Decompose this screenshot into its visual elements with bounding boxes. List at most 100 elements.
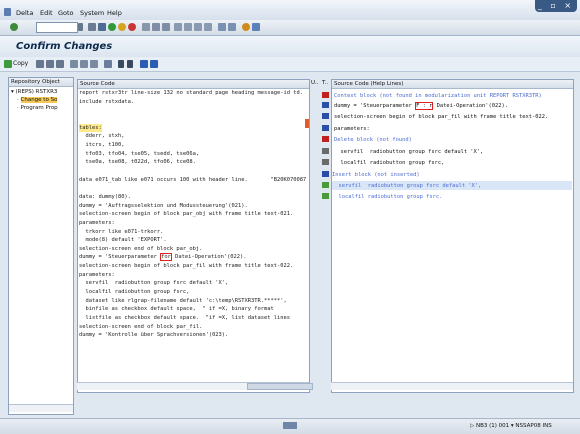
- help-line[interactable]: servfil radiobutton group fsrc default '…: [322, 147, 572, 156]
- help-line[interactable]: localfil radiobutton group fsrc,: [322, 158, 572, 167]
- find-text-icon[interactable]: [70, 60, 78, 68]
- source-line[interactable]: trkorr like e071-trkorr.: [79, 228, 309, 237]
- scroll-thumb[interactable]: [247, 383, 313, 390]
- source-line[interactable]: dderr, stxh,: [79, 132, 309, 141]
- source-line[interactable]: mode(8) default 'EXPORT'.: [79, 236, 309, 245]
- tree-item-root[interactable]: ▾ (REPS) RSTXR3: [11, 88, 71, 96]
- help-line[interactable]: Context block (not found in modularizati…: [322, 91, 572, 100]
- menu-bar: Delta Edit Goto System Help _ ▫ ×: [0, 0, 580, 21]
- source-line[interactable]: selection-screen end of block par_obj.: [79, 245, 309, 254]
- change-marker-icon: [322, 113, 329, 119]
- change-marker-icon: [322, 92, 329, 98]
- source-line[interactable]: selection-screen end of block par_fil.: [79, 323, 309, 332]
- repository-hscroll[interactable]: [9, 404, 73, 412]
- change-marker-icon: [322, 182, 329, 188]
- window-controls[interactable]: _ ▫ ×: [535, 0, 577, 12]
- help-line[interactable]: localfil radiobutton group fsrc.: [322, 192, 572, 201]
- tree-item-program-props[interactable]: · Program Prop: [11, 104, 71, 112]
- change-marker-icon: [322, 159, 329, 165]
- last-page-icon[interactable]: [204, 23, 212, 31]
- change-marker-icon: [322, 136, 329, 142]
- previous-page-icon[interactable]: [184, 23, 192, 31]
- source-line[interactable]: selection-screen begin of block par_obj …: [79, 210, 309, 219]
- first-page-icon[interactable]: [174, 23, 182, 31]
- sap-menu-icon[interactable]: [4, 8, 11, 16]
- source-line[interactable]: tables:: [79, 123, 102, 133]
- column-t-header: T..: [322, 80, 329, 86]
- source-line[interactable]: [79, 167, 309, 176]
- repository-pane: Repository Object ▾ (REPS) RSTXR3 · Chan…: [8, 77, 74, 415]
- green-back-icon[interactable]: [108, 23, 116, 31]
- cut-icon[interactable]: [36, 60, 44, 68]
- settings-icon[interactable]: [90, 60, 98, 68]
- find-next-icon[interactable]: [162, 23, 170, 31]
- change-marker-icon: [322, 171, 329, 177]
- help-line[interactable]: parameters:: [322, 124, 572, 133]
- up-icon[interactable]: [118, 60, 124, 68]
- source-line[interactable]: itcrs, t100,: [79, 141, 309, 150]
- source-line[interactable]: dummy = 'Steuerparameter for Datei-Opera…: [79, 253, 309, 262]
- shortcut-icon[interactable]: [228, 23, 236, 31]
- application-toolbar: Copy: [0, 57, 580, 72]
- menu-help[interactable]: Help: [107, 9, 122, 17]
- system-toolbar: [0, 20, 580, 36]
- layout-icon[interactable]: [252, 23, 260, 31]
- system-info[interactable]: ▷ NB3 (1) 001 ▾ NSSAP08 INS: [470, 423, 552, 429]
- copy-icon: [4, 60, 12, 68]
- compare-icon[interactable]: [80, 60, 88, 68]
- source-line[interactable]: parameters:: [79, 271, 309, 280]
- menu-delta[interactable]: Delta: [16, 9, 33, 17]
- save-icon[interactable]: [98, 23, 106, 31]
- changed-word: for: [160, 253, 172, 262]
- source-line[interactable]: selection-screen begin of block par_fil …: [79, 262, 309, 271]
- repository-header: Repository Object: [9, 78, 73, 87]
- help-line[interactable]: Delete block (not found): [322, 135, 572, 144]
- help-line[interactable]: dummy = 'Steuerparameter F : r Datei-Ope…: [322, 101, 572, 110]
- filter-icon[interactable]: [104, 60, 112, 68]
- copy-button[interactable]: Copy: [13, 60, 28, 67]
- source-line[interactable]: servfil radiobutton group fsrc default '…: [79, 279, 309, 288]
- source-line[interactable]: [79, 115, 309, 124]
- help-line[interactable]: selection-screen begin of block par_fil …: [322, 112, 572, 121]
- paste-icon[interactable]: [46, 60, 54, 68]
- source-line[interactable]: tse0a, tse08, t022d, tfo06, tce08.: [79, 158, 309, 167]
- source-line[interactable]: include rstxdata.: [79, 98, 309, 107]
- source-line[interactable]: [79, 106, 309, 115]
- source-line[interactable]: data: dummy(80).: [79, 193, 309, 202]
- tree-item-change[interactable]: · Change to So: [11, 96, 71, 104]
- print-icon[interactable]: [142, 23, 150, 31]
- help-line[interactable]: servfil radiobutton group fsrc default '…: [322, 181, 572, 190]
- print-list-icon[interactable]: [150, 60, 158, 68]
- enter-icon[interactable]: [10, 23, 18, 31]
- back-icon[interactable]: [88, 23, 96, 31]
- help-hscroll[interactable]: [331, 382, 573, 390]
- next-page-icon[interactable]: [194, 23, 202, 31]
- source-line[interactable]: parameters:: [79, 219, 309, 228]
- source-code[interactable]: report rstxr3tr line-size 132 no standar…: [78, 89, 309, 340]
- down-icon[interactable]: [127, 60, 133, 68]
- menu-edit[interactable]: Edit: [40, 9, 53, 17]
- source-line[interactable]: dummy = 'Kontrolle über Sprachversionen'…: [79, 331, 309, 340]
- source-line[interactable]: [79, 184, 309, 193]
- command-field[interactable]: [36, 22, 78, 33]
- exit-icon[interactable]: [118, 23, 126, 31]
- cancel-icon[interactable]: [128, 23, 136, 31]
- source-line[interactable]: dummy = 'Auftragsselektion und Modussteu…: [79, 202, 309, 211]
- help-line[interactable]: Insert block (not inserted): [322, 170, 572, 179]
- source-line[interactable]: listfile as checkbox default space. "if …: [79, 314, 309, 323]
- source-pane: Source Code report rstxr3tr line-size 13…: [77, 79, 310, 393]
- help-icon[interactable]: [242, 23, 250, 31]
- source-line[interactable]: binfile as checkbox default space, " if …: [79, 305, 309, 314]
- info-icon[interactable]: [140, 60, 148, 68]
- menu-system[interactable]: System: [80, 9, 104, 17]
- source-line[interactable]: dataset like rlgrap-filename default 'c:…: [79, 297, 309, 306]
- find-icon[interactable]: [152, 23, 160, 31]
- new-session-icon[interactable]: [218, 23, 226, 31]
- undo-icon[interactable]: [56, 60, 64, 68]
- dropdown-icon[interactable]: [78, 23, 83, 31]
- source-line[interactable]: localfil radiobutton group fsrc,: [79, 288, 309, 297]
- source-line[interactable]: data e071_tab like e071 occurs 100 with …: [79, 176, 309, 185]
- menu-goto[interactable]: Goto: [58, 9, 74, 17]
- source-line[interactable]: report rstxr3tr line-size 132 no standar…: [79, 89, 309, 98]
- source-line[interactable]: tfo03, tfo04, tse05, tsedd, tse06a,: [79, 150, 309, 159]
